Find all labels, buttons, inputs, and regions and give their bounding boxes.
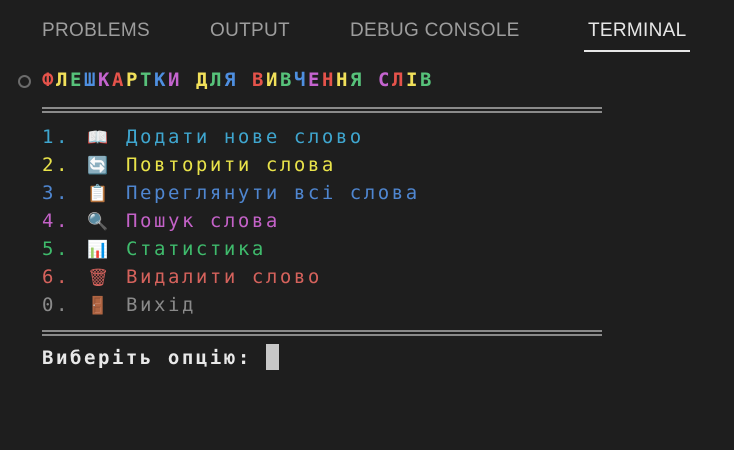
menu-item: 0. 🚪 Вихід bbox=[42, 291, 196, 320]
divider bbox=[42, 107, 602, 113]
tab-debug-console[interactable]: DEBUG CONSOLE bbox=[350, 20, 520, 42]
refresh-icon: 🔄 bbox=[87, 156, 109, 176]
menu-item: 3. 📋 Переглянути всі слова bbox=[42, 179, 420, 208]
title-letter: В bbox=[420, 69, 434, 91]
title-letter: Н bbox=[322, 69, 336, 91]
divider bbox=[42, 330, 602, 336]
menu-label: Пошук слова bbox=[125, 210, 280, 232]
title-letter: В bbox=[280, 69, 294, 91]
menu-number: 4. bbox=[42, 210, 70, 232]
title-letter: Т bbox=[140, 69, 154, 91]
menu-item: 2. 🔄 Повторити слова bbox=[42, 151, 336, 180]
clipboard-icon: 📋 bbox=[87, 184, 109, 204]
title-letter: Р bbox=[126, 69, 140, 91]
menu-number: 2. bbox=[42, 154, 70, 176]
title-letter: Ш bbox=[84, 69, 98, 91]
title-letter: Л bbox=[210, 69, 224, 91]
panel-tabs: PROBLEMS OUTPUT DEBUG CONSOLE TERMINAL bbox=[0, 0, 734, 60]
title-letter bbox=[364, 69, 378, 91]
menu-label: Повторити слова bbox=[125, 154, 336, 176]
menu-label: Вихід bbox=[125, 294, 196, 316]
title-letter: И bbox=[266, 69, 280, 91]
menu-label: Статистика bbox=[125, 238, 266, 260]
title-letter: Я bbox=[350, 69, 364, 91]
menu-item: 5. 📊 Статистика bbox=[42, 235, 266, 264]
menu-item: 4. 🔍 Пошук слова bbox=[42, 207, 280, 236]
tab-problems[interactable]: PROBLEMS bbox=[42, 20, 150, 42]
terminal-title: ФЛЕШКАРТКИ ДЛЯ ВИВЧЕННЯ СЛІВ bbox=[42, 66, 434, 94]
title-letter: К bbox=[98, 69, 112, 91]
title-letter: Н bbox=[336, 69, 350, 91]
bar-chart-icon: 📊 bbox=[87, 240, 109, 260]
title-letter: Д bbox=[196, 69, 210, 91]
menu-number: 1. bbox=[42, 126, 70, 148]
trash-icon: 🗑 bbox=[87, 268, 109, 288]
menu-number: 6. bbox=[42, 266, 70, 288]
title-letter: И bbox=[168, 69, 182, 91]
terminal-prompt[interactable]: Виберіть опцію: bbox=[42, 344, 279, 372]
title-letter: Ч bbox=[294, 69, 308, 91]
menu-number: 3. bbox=[42, 182, 70, 204]
title-letter: Е bbox=[308, 69, 322, 91]
title-letter: І bbox=[406, 69, 420, 91]
tab-terminal[interactable]: TERMINAL bbox=[583, 20, 691, 52]
title-letter: С bbox=[378, 69, 392, 91]
menu-item: 6. 🗑 Видалити слово bbox=[42, 263, 322, 292]
book-icon: 📖 bbox=[87, 128, 109, 148]
menu-label: Додати нове слово bbox=[125, 126, 364, 148]
terminal-cursor bbox=[265, 344, 279, 370]
title-letter: Л bbox=[392, 69, 406, 91]
title-letter: К bbox=[154, 69, 168, 91]
title-letter: Я bbox=[224, 69, 238, 91]
title-letter bbox=[182, 69, 196, 91]
title-letter: В bbox=[252, 69, 266, 91]
tab-output[interactable]: OUTPUT bbox=[210, 20, 290, 42]
menu-label: Видалити слово bbox=[125, 266, 322, 288]
door-icon: 🚪 bbox=[87, 296, 109, 316]
command-status-circle-icon[interactable] bbox=[18, 75, 31, 88]
title-letter: А bbox=[112, 69, 126, 91]
menu-label: Переглянути всі слова bbox=[125, 182, 420, 204]
prompt-text: Виберіть опцію: bbox=[42, 347, 266, 369]
magnifier-icon: 🔍 bbox=[87, 212, 109, 232]
menu-number: 0. bbox=[42, 294, 70, 316]
menu-item: 1. 📖 Додати нове слово bbox=[42, 123, 364, 152]
title-letter: Ф bbox=[42, 69, 56, 91]
title-letter: Е bbox=[70, 69, 84, 91]
menu-number: 5. bbox=[42, 238, 70, 260]
title-letter bbox=[238, 69, 252, 91]
title-letter: Л bbox=[56, 69, 70, 91]
